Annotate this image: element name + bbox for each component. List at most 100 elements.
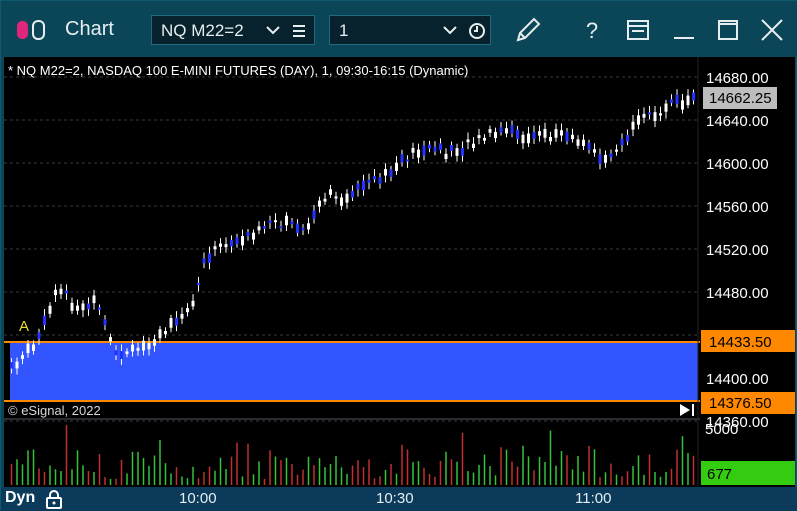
title-bar[interactable]: Chart NQ M22=2 1 ? xyxy=(1,1,797,57)
candle xyxy=(367,179,371,183)
upper-band-label: 14433.50 xyxy=(709,334,772,351)
help-icon[interactable]: ? xyxy=(577,15,607,45)
candle xyxy=(472,143,475,148)
candle xyxy=(213,246,217,250)
chevron-down-icon[interactable] xyxy=(266,25,280,35)
candle xyxy=(65,290,68,294)
candle xyxy=(510,125,514,134)
candles xyxy=(10,89,695,375)
chevron-down-icon[interactable] xyxy=(443,25,457,35)
volume-bars xyxy=(10,424,695,485)
candle xyxy=(571,134,574,140)
candle xyxy=(296,223,299,234)
symbol-value: NQ M22=2 xyxy=(161,21,244,40)
candle xyxy=(169,318,173,328)
candle xyxy=(274,220,277,223)
candle xyxy=(582,139,585,147)
candle xyxy=(235,237,239,245)
candle xyxy=(87,303,90,310)
price-tick-label: 14400.00 xyxy=(706,371,769,388)
candle xyxy=(54,289,57,296)
candle xyxy=(158,329,162,339)
chart-header: * NQ M22=2, NASDAQ 100 E-MINI FUTURES (D… xyxy=(8,63,468,78)
candle xyxy=(664,103,668,112)
candle xyxy=(373,175,376,180)
candle xyxy=(147,342,151,350)
candle xyxy=(345,193,349,203)
candle xyxy=(131,344,134,352)
lower-band-label: 14376.50 xyxy=(709,395,772,412)
clock-icon[interactable] xyxy=(468,22,486,40)
pencil-icon[interactable] xyxy=(513,15,543,45)
copyright-text: © eSignal, 2022 xyxy=(8,403,101,418)
interval-combo[interactable]: 1 xyxy=(329,15,491,45)
candle xyxy=(494,131,497,139)
candle xyxy=(125,351,129,355)
list-menu-icon[interactable] xyxy=(292,24,306,38)
candle xyxy=(10,362,13,369)
lock-icon[interactable] xyxy=(45,489,63,509)
candle xyxy=(103,319,107,326)
app-logo-icon xyxy=(17,20,45,40)
minimize-icon[interactable] xyxy=(669,15,699,45)
last-price-label: 14662.25 xyxy=(709,90,772,107)
candle xyxy=(164,330,167,335)
candle xyxy=(620,138,624,146)
candle xyxy=(142,340,145,351)
candle xyxy=(483,137,486,141)
price-band xyxy=(4,341,700,402)
chart-area[interactable]: * NQ M22=2, NASDAQ 100 E-MINI FUTURES (D… xyxy=(4,57,795,487)
svg-text:?: ? xyxy=(586,18,598,43)
candle xyxy=(428,144,431,149)
chart-window: Chart NQ M22=2 1 ? * NQ M22=2, NASDAQ 10… xyxy=(0,0,797,511)
candle xyxy=(455,148,459,156)
scroll-to-end-icon[interactable] xyxy=(680,404,694,416)
candle xyxy=(681,100,684,110)
candle xyxy=(626,134,629,142)
maximize-icon[interactable] xyxy=(713,15,743,45)
candle xyxy=(505,128,508,134)
price-chart[interactable]: * NQ M22=2, NASDAQ 100 E-MINI FUTURES (D… xyxy=(4,57,795,487)
candle xyxy=(527,133,530,144)
candle xyxy=(477,135,481,139)
time-tick-1030: 10:30 xyxy=(376,490,414,507)
candle xyxy=(136,347,140,351)
candle xyxy=(417,149,420,158)
candle xyxy=(70,302,74,311)
candle xyxy=(307,223,310,230)
symbol-combo[interactable]: NQ M22=2 xyxy=(151,15,315,45)
candle xyxy=(587,142,591,150)
candle xyxy=(692,92,695,101)
status-bar: Dyn 10:00 10:30 11:00 xyxy=(1,487,797,511)
dyn-mode-label[interactable]: Dyn xyxy=(5,489,35,507)
candle xyxy=(76,305,79,311)
candle xyxy=(219,243,222,247)
close-icon[interactable] xyxy=(757,15,787,45)
candle xyxy=(81,303,85,311)
candle xyxy=(631,121,635,130)
price-tick-label: 14680.00 xyxy=(706,70,769,87)
candle xyxy=(37,332,41,339)
candle xyxy=(197,282,200,286)
candle xyxy=(43,315,46,326)
candle xyxy=(191,300,195,307)
candle xyxy=(406,159,409,162)
candle xyxy=(202,258,206,264)
candle xyxy=(285,215,288,226)
candle xyxy=(329,189,332,195)
candle xyxy=(98,307,101,310)
candle xyxy=(241,236,244,246)
price-tick-label: 14640.00 xyxy=(706,113,769,130)
template-icon[interactable] xyxy=(623,15,653,45)
candle xyxy=(21,355,24,359)
candle xyxy=(538,131,541,136)
candle xyxy=(252,232,255,240)
candle xyxy=(604,154,607,163)
candle xyxy=(153,339,156,346)
volume-axis-tick: 5000 xyxy=(705,421,738,438)
candle xyxy=(499,127,503,133)
interval-value: 1 xyxy=(339,21,349,40)
volume-label: 677 xyxy=(707,466,732,483)
candle xyxy=(301,227,305,231)
candle xyxy=(290,221,294,225)
